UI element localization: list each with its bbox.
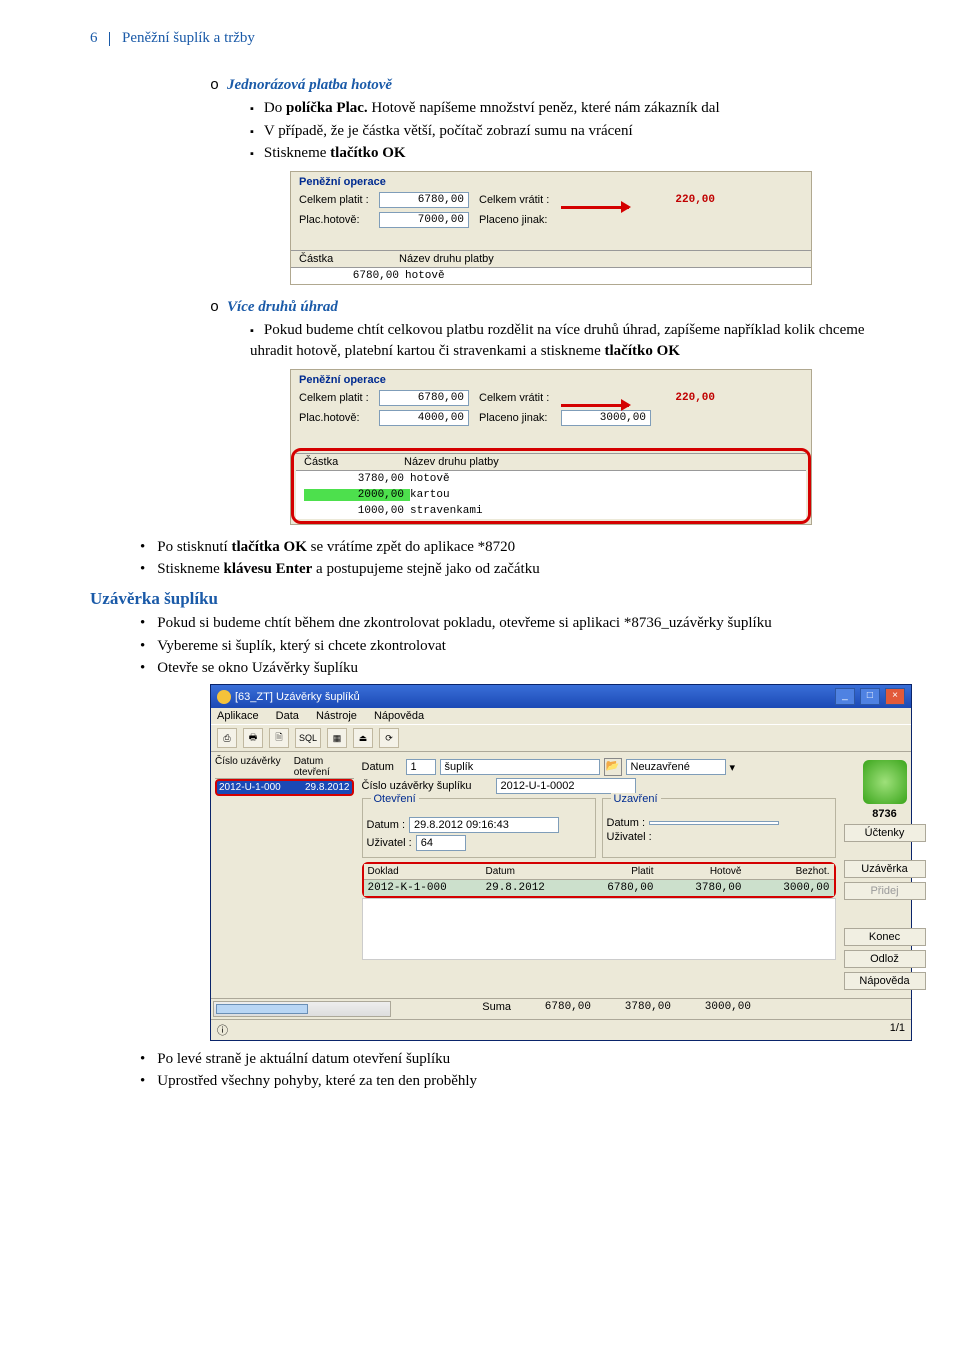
celkem-vratit-label: Celkem vrátit : bbox=[479, 392, 561, 404]
suplik-input[interactable]: šuplík bbox=[440, 759, 600, 775]
toolbar: ⎙ 🖶 🗎 SQL ▦ ⏏ ⟳ bbox=[211, 724, 911, 752]
napoveda-button[interactable]: Nápověda bbox=[844, 972, 926, 990]
right-buttons: 8736 Účtenky Uzávěrka Přidej Konec Odlož… bbox=[836, 756, 934, 994]
table-header: ČástkaNázev druhu platby bbox=[291, 250, 811, 268]
bullet: Pokud si budeme chtít během dne zkontrol… bbox=[140, 613, 870, 633]
bullet: Vybereme si šuplík, který si chcete zkon… bbox=[140, 636, 870, 656]
cislo-label: Číslo uzávěrky šuplíku bbox=[362, 780, 492, 792]
table-header: ČástkaNázev druhu platby bbox=[296, 453, 806, 471]
datum-label: Datum bbox=[362, 761, 402, 773]
subhead-jednorazova: Jednorázová platba hotově bbox=[210, 75, 870, 96]
bullet: Do políčka Plac. Hotově napíšeme množstv… bbox=[250, 98, 870, 118]
page-title: Peněžní šuplík a tržby bbox=[122, 30, 255, 46]
status-bar: ⓘ 1/1 bbox=[211, 1019, 911, 1040]
konec-button[interactable]: Konec bbox=[844, 928, 926, 946]
close-button[interactable]: × bbox=[885, 688, 905, 705]
plac-hotove-field[interactable]: 4000,00 bbox=[379, 410, 469, 426]
toolbar-btn[interactable]: 🖶 bbox=[243, 728, 263, 748]
cislo-input[interactable]: 2012-U-1-0002 bbox=[496, 778, 636, 794]
chevron-down-icon[interactable]: ▾ bbox=[730, 761, 736, 774]
celkem-platit-field[interactable]: 6780,00 bbox=[379, 192, 469, 208]
left-list: Číslo uzávěrkyDatum otevření 2012-U-1-00… bbox=[211, 752, 358, 998]
table-row[interactable]: 2000,00kartou bbox=[296, 487, 806, 503]
toolbar-btn[interactable]: ⏏ bbox=[353, 728, 373, 748]
celkem-vratit-value: 220,00 bbox=[631, 391, 719, 405]
placeno-jinak-field bbox=[561, 219, 649, 221]
placeno-jinak-field[interactable]: 3000,00 bbox=[561, 410, 651, 426]
toolbar-btn[interactable]: ⎙ bbox=[217, 728, 237, 748]
page-number: 6 bbox=[90, 30, 98, 46]
table-row[interactable]: 3780,00hotově bbox=[296, 471, 806, 487]
app-logo-icon bbox=[863, 760, 907, 804]
info-icon[interactable]: ⓘ bbox=[217, 1022, 228, 1038]
menu-nastroje[interactable]: Nástroje bbox=[316, 710, 357, 722]
titlebar[interactable]: [63_ZT] Uzávěrky šuplíků _ □ × bbox=[211, 685, 911, 708]
celkem-vratit-label: Celkem vrátit : bbox=[479, 194, 561, 206]
status-count: 1/1 bbox=[890, 1022, 905, 1038]
subhead-vice-druhu: Více druhů úhrad bbox=[210, 297, 870, 318]
datum-input[interactable]: 1 bbox=[406, 759, 436, 775]
menu-data[interactable]: Data bbox=[276, 710, 299, 722]
celkem-vratit-value: 220,00 bbox=[631, 193, 719, 207]
maximize-button[interactable]: □ bbox=[860, 688, 880, 705]
panel-title: Peněžní operace bbox=[291, 172, 811, 190]
minimize-button[interactable]: _ bbox=[835, 688, 855, 705]
bullet: Stiskneme klávesu Enter a postupujeme st… bbox=[140, 559, 870, 579]
uctenky-button[interactable]: Účtenky bbox=[844, 824, 926, 842]
bullet: Uprostřed všechny pohyby, které za ten d… bbox=[140, 1071, 870, 1091]
penezni-operace-panel-1: Peněžní operace Celkem platit : 6780,00 … bbox=[290, 171, 812, 285]
stav-combo[interactable]: Neuzavřené bbox=[626, 759, 726, 775]
otevreni-uzivatel[interactable]: 64 bbox=[416, 835, 466, 851]
bullet: Po levé straně je aktuální datum otevřen… bbox=[140, 1049, 870, 1069]
placeno-jinak-label: Placeno jinak: bbox=[479, 412, 561, 424]
menubar[interactable]: Aplikace Data Nástroje Nápověda bbox=[211, 708, 911, 724]
bullet: Po stisknutí tlačítka OK se vrátíme zpět… bbox=[140, 537, 870, 557]
toolbar-btn[interactable]: ▦ bbox=[327, 728, 347, 748]
scrollbar[interactable] bbox=[213, 1001, 391, 1017]
toolbar-btn[interactable]: 🗎 bbox=[269, 728, 289, 748]
menu-aplikace[interactable]: Aplikace bbox=[217, 710, 259, 722]
otevreni-datum[interactable]: 29.8.2012 09:16:43 bbox=[409, 817, 559, 833]
window-title: [63_ZT] Uzávěrky šuplíků bbox=[235, 690, 360, 702]
table-row[interactable]: 6780,00hotově bbox=[291, 268, 811, 284]
menu-napoveda[interactable]: Nápověda bbox=[374, 710, 424, 722]
grid-row[interactable]: 2012-K-1-000 29.8.2012 6780,00 3780,00 3… bbox=[364, 880, 834, 896]
section-uzaverka: Uzávěrka šuplíku bbox=[90, 589, 870, 609]
celkem-platit-label: Celkem platit : bbox=[299, 194, 379, 206]
uzaverky-window: [63_ZT] Uzávěrky šuplíků _ □ × Aplikace … bbox=[210, 684, 912, 1041]
pohyby-grid: Doklad Datum Platit Hotově Bezhot. 2012-… bbox=[362, 862, 836, 898]
sum-bar: Suma 6780,00 3780,00 3000,00 bbox=[211, 998, 911, 1019]
highlighted-table: ČástkaNázev druhu platby 3780,00hotově 2… bbox=[291, 448, 811, 524]
bullet: V případě, že je částka větší, počítač z… bbox=[250, 121, 870, 141]
uzaverka-button[interactable]: Uzávěrka bbox=[844, 860, 926, 878]
plac-hotove-field[interactable]: 7000,00 bbox=[379, 212, 469, 228]
bullet: Pokud budeme chtít celkovou platbu rozdě… bbox=[250, 320, 870, 361]
celkem-platit-field[interactable]: 6780,00 bbox=[379, 390, 469, 406]
bullet: Stiskneme tlačítko OK bbox=[250, 143, 870, 163]
list-row-selected[interactable]: 2012-U-1-00029.8.2012 bbox=[215, 779, 354, 796]
table-row[interactable]: 1000,00stravenkami bbox=[296, 503, 806, 519]
plac-hotove-label: Plac.hotově: bbox=[299, 214, 379, 226]
odloz-button[interactable]: Odlož bbox=[844, 950, 926, 968]
uzavreni-datum[interactable] bbox=[649, 821, 779, 825]
group-uzavreni: Uzavření bbox=[611, 793, 661, 805]
toolbar-btn[interactable]: ⟳ bbox=[379, 728, 399, 748]
app-icon bbox=[217, 690, 231, 704]
panel-title: Peněžní operace bbox=[291, 370, 811, 388]
celkem-platit-label: Celkem platit : bbox=[299, 392, 379, 404]
placeno-jinak-label: Placeno jinak: bbox=[479, 214, 561, 226]
plac-hotove-label: Plac.hotově: bbox=[299, 412, 379, 424]
pridej-button[interactable]: Přidej bbox=[844, 882, 926, 900]
bullet: Otevře se okno Uzávěrky šuplíku bbox=[140, 658, 870, 678]
app-code: 8736 bbox=[872, 808, 896, 820]
open-icon[interactable]: 📂 bbox=[604, 758, 622, 776]
penezni-operace-panel-2: Peněžní operace Celkem platit : 6780,00 … bbox=[290, 369, 812, 525]
group-otevreni: Otevření bbox=[371, 793, 419, 805]
toolbar-sql[interactable]: SQL bbox=[295, 728, 321, 748]
page-header: 6 Peněžní šuplík a tržby bbox=[90, 30, 870, 47]
